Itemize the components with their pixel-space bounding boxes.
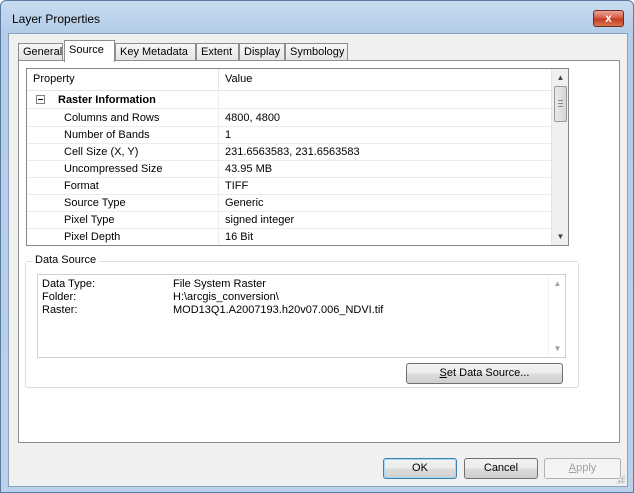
column-divider bbox=[218, 110, 219, 127]
ok-button[interactable]: OK bbox=[383, 458, 457, 479]
column-divider bbox=[218, 127, 219, 144]
collapse-icon[interactable] bbox=[36, 95, 45, 104]
property-value: 4800, 4800 bbox=[225, 112, 281, 124]
data-source-value: File System Raster bbox=[173, 278, 266, 290]
dialog-client-area: General Source Key Metadata Extent Displ… bbox=[8, 33, 628, 487]
property-row[interactable]: Uncompressed Size 43.95 MB bbox=[27, 161, 555, 178]
close-button[interactable]: x bbox=[593, 10, 624, 27]
property-name: Pixel Type bbox=[64, 214, 115, 226]
property-value: TIFF bbox=[225, 180, 249, 192]
property-row[interactable]: Pixel Depth 16 Bit bbox=[27, 229, 555, 245]
property-name: Number of Bands bbox=[64, 129, 150, 141]
column-divider[interactable] bbox=[218, 69, 219, 91]
data-source-key: Folder: bbox=[42, 291, 77, 303]
section-title: Raster Information bbox=[58, 94, 156, 106]
data-source-key: Raster: bbox=[42, 304, 78, 316]
property-row[interactable]: Columns and Rows 4800, 4800 bbox=[27, 110, 555, 127]
property-value: 1 bbox=[225, 129, 232, 141]
property-name: Source Type bbox=[64, 197, 126, 209]
column-header-value[interactable]: Value bbox=[225, 73, 252, 85]
tab-extent[interactable]: Extent bbox=[196, 43, 239, 61]
property-value: 16 Bit bbox=[225, 231, 254, 243]
property-value: 43.95 MB bbox=[225, 163, 273, 175]
section-row-raster-information[interactable]: Raster Information bbox=[27, 92, 555, 109]
data-source-value: MOD13Q1.A2007193.h20v07.006_NDVI.tif bbox=[173, 304, 384, 316]
button-label: et Data Source... bbox=[446, 367, 530, 379]
property-name: Format bbox=[64, 180, 99, 192]
layer-properties-window: Layer Properties x General Source Key Me… bbox=[0, 0, 634, 493]
apply-button[interactable]: Apply bbox=[544, 458, 621, 479]
property-grid-scrollbar[interactable]: ▲ ▼ bbox=[551, 69, 568, 245]
scrollbar-thumb[interactable] bbox=[554, 86, 567, 122]
property-row[interactable]: Cell Size (X, Y) 231.6563583, 231.656358… bbox=[27, 144, 555, 161]
scroll-up-icon[interactable]: ▲ bbox=[549, 275, 565, 292]
set-data-source-button[interactable]: Set Data Source... bbox=[406, 363, 563, 384]
tab-key-metadata[interactable]: Key Metadata bbox=[115, 43, 196, 61]
tab-source[interactable]: Source bbox=[64, 40, 115, 62]
mnemonic-letter: S bbox=[439, 367, 447, 379]
source-tab-panel: Property Value Raster Information Column… bbox=[18, 60, 620, 443]
property-name: Columns and Rows bbox=[64, 112, 160, 124]
scroll-up-icon[interactable]: ▲ bbox=[552, 69, 568, 86]
data-source-textbox[interactable]: Data Type: File System Raster Folder: H:… bbox=[37, 274, 566, 358]
column-divider bbox=[218, 212, 219, 229]
property-row[interactable]: Number of Bands 1 bbox=[27, 127, 555, 144]
scroll-down-icon[interactable]: ▼ bbox=[549, 340, 565, 357]
property-row[interactable]: Format TIFF bbox=[27, 178, 555, 195]
column-divider bbox=[218, 144, 219, 161]
property-value: 231.6563583, 231.6563583 bbox=[225, 146, 360, 158]
column-divider bbox=[218, 229, 219, 245]
property-grid[interactable]: Property Value Raster Information Column… bbox=[26, 68, 569, 246]
data-source-label: Data Source bbox=[32, 254, 100, 266]
data-source-line: Data Type: File System Raster bbox=[42, 278, 552, 291]
property-name: Pixel Depth bbox=[64, 231, 121, 243]
scroll-down-icon[interactable]: ▼ bbox=[552, 228, 568, 245]
property-row[interactable]: Source Type Generic bbox=[27, 195, 555, 212]
tab-general[interactable]: General bbox=[18, 43, 63, 61]
data-source-key: Data Type: bbox=[42, 278, 95, 290]
property-grid-header: Property Value bbox=[27, 69, 555, 91]
cancel-button[interactable]: Cancel bbox=[464, 458, 538, 479]
data-source-scrollbar[interactable]: ▲ ▼ bbox=[548, 275, 565, 357]
column-header-property[interactable]: Property bbox=[33, 73, 75, 85]
title-bar[interactable]: Layer Properties x bbox=[1, 1, 633, 33]
close-icon: x bbox=[605, 11, 612, 25]
mnemonic-letter: A bbox=[568, 462, 577, 474]
button-label: pply bbox=[576, 462, 597, 474]
data-source-value: H:\arcgis_conversion\ bbox=[173, 291, 279, 303]
window-title: Layer Properties bbox=[12, 12, 101, 26]
column-divider bbox=[218, 161, 219, 178]
property-name: Uncompressed Size bbox=[64, 163, 163, 175]
data-source-line: Folder: H:\arcgis_conversion\ bbox=[42, 291, 552, 304]
column-divider bbox=[218, 195, 219, 212]
property-name: Cell Size (X, Y) bbox=[64, 146, 139, 158]
property-value: Generic bbox=[225, 197, 264, 209]
data-source-group: Data Source Data Type: File System Raste… bbox=[25, 254, 579, 388]
column-divider bbox=[218, 178, 219, 195]
tab-symbology[interactable]: Symbology bbox=[285, 43, 348, 61]
column-divider bbox=[218, 92, 219, 109]
data-source-line: Raster: MOD13Q1.A2007193.h20v07.006_NDVI… bbox=[42, 304, 552, 317]
property-row[interactable]: Pixel Type signed integer bbox=[27, 212, 555, 229]
tab-display[interactable]: Display bbox=[239, 43, 285, 61]
property-value: signed integer bbox=[225, 214, 295, 226]
